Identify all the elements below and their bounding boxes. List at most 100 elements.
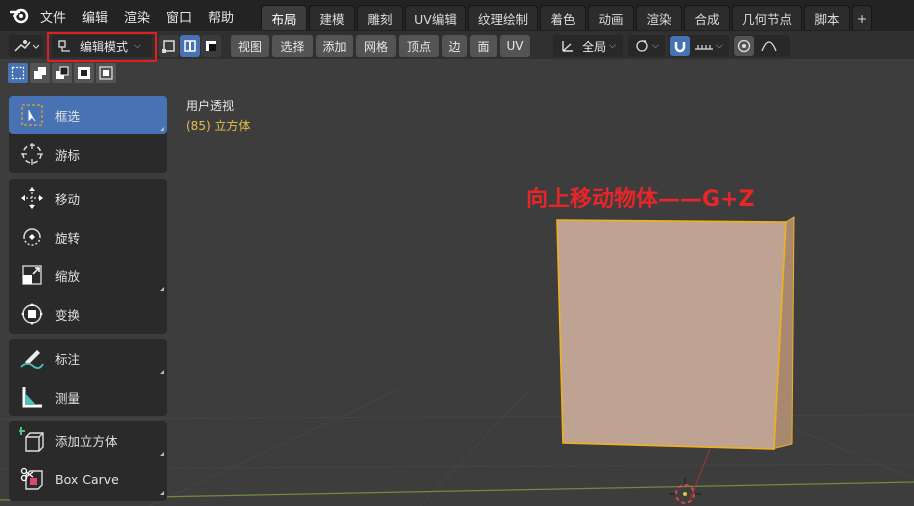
orientation-icon	[562, 41, 574, 52]
select-new-button[interactable]	[8, 63, 28, 83]
proportional-edit-group	[733, 35, 790, 57]
tab-texture-paint[interactable]: 纹理绘制	[468, 5, 538, 30]
menu-view[interactable]: 视图	[231, 35, 269, 57]
edge-select-icon	[184, 40, 196, 52]
select-subtract-button[interactable]	[52, 63, 72, 83]
chevron-down-icon: ⌵	[134, 41, 141, 51]
tool-move[interactable]: 移动	[9, 179, 167, 217]
tool-label: 添加立方体	[55, 433, 118, 449]
menu-edge[interactable]: 边	[442, 35, 467, 57]
tab-layout[interactable]: 布局	[261, 5, 307, 30]
tool-rotate[interactable]: 旋转	[9, 218, 167, 256]
edit-mode-icon	[58, 40, 70, 52]
tool-label: 变换	[55, 307, 81, 323]
select-intersect-button[interactable]	[96, 63, 116, 83]
tool-more-indicator	[160, 287, 164, 291]
snap-increment-icon[interactable]	[694, 40, 714, 52]
tool-label: 移动	[55, 191, 81, 207]
editor-type-icon	[14, 40, 39, 52]
pivot-icon	[636, 40, 648, 52]
3d-cursor	[669, 478, 701, 504]
magnet-icon	[674, 42, 686, 53]
move-icon	[21, 187, 43, 209]
vertex-select-button[interactable]	[159, 35, 179, 57]
top-bar: 文件 编辑 渲染 窗口 帮助 布局 建模 雕刻 UV编辑 纹理绘制 着色 动画 …	[0, 0, 914, 31]
box-select-icon	[21, 104, 43, 126]
tool-label: 测量	[55, 390, 81, 406]
tool-label: 旋转	[55, 230, 81, 246]
tab-geometry-nodes[interactable]: 几何节点	[732, 5, 802, 30]
annotation-text: 向上移动物体——G+Z	[526, 187, 755, 212]
select-invert-icon	[78, 67, 90, 79]
menu-help[interactable]: 帮助	[208, 7, 234, 26]
tool-measure[interactable]: 测量	[9, 378, 167, 416]
pivot-point-dropdown[interactable]: ⌵	[628, 35, 665, 57]
menu-vertex[interactable]: 顶点	[399, 35, 439, 57]
snap-toggle-button[interactable]	[670, 36, 690, 56]
tab-uv-editing[interactable]: UV编辑	[405, 5, 466, 30]
tool-box-select[interactable]: 框选	[9, 96, 167, 134]
mode-dropdown[interactable]: 编辑模式 ⌵	[52, 35, 152, 57]
tab-modeling[interactable]: 建模	[309, 5, 355, 30]
cube-front-face	[556, 219, 787, 450]
object-info-label: (85) 立方体	[186, 119, 251, 133]
mode-label: 编辑模式	[80, 39, 129, 54]
tool-more-indicator	[160, 127, 164, 131]
chevron-down-icon: ⌵	[652, 41, 659, 51]
rotate-icon	[23, 228, 41, 246]
falloff-curve-icon[interactable]	[760, 39, 778, 53]
blender-logo-icon[interactable]	[10, 6, 30, 24]
select-subtract-icon	[56, 66, 69, 79]
toolbar-group-annotate: 标注 测量	[9, 339, 167, 416]
tab-rendering[interactable]: 渲染	[636, 5, 682, 30]
annotate-icon	[20, 350, 44, 369]
tool-add-cube[interactable]: 添加立方体	[9, 421, 167, 459]
tool-scale[interactable]: 缩放	[9, 256, 167, 294]
view-name-label: 用户透视	[186, 99, 235, 113]
menu-file[interactable]: 文件	[40, 7, 66, 26]
tool-transform[interactable]: 变换	[9, 295, 167, 333]
tool-label: Box Carve	[55, 471, 119, 487]
orientation-label: 全局	[582, 39, 607, 54]
select-extend-icon	[34, 67, 46, 79]
face-select-icon	[206, 41, 216, 51]
menu-face[interactable]: 面	[470, 35, 497, 57]
menu-render[interactable]: 渲染	[124, 7, 150, 26]
chevron-down-icon: ⌵	[716, 41, 723, 51]
measure-icon	[22, 387, 42, 408]
menu-mesh[interactable]: 网格	[356, 35, 396, 57]
tool-box-carve[interactable]: Box Carve	[9, 460, 167, 498]
select-intersect-icon	[99, 66, 113, 80]
proportional-edit-icon	[737, 39, 751, 53]
select-extend-button[interactable]	[30, 63, 50, 83]
tab-scripting[interactable]: 脚本	[804, 5, 850, 30]
snap-group: ⌵	[669, 35, 729, 57]
tool-label: 标注	[55, 351, 81, 367]
tab-sculpting[interactable]: 雕刻	[357, 5, 403, 30]
proportional-edit-toggle[interactable]	[734, 36, 754, 56]
menu-uv[interactable]: UV	[500, 35, 530, 57]
add-workspace-button[interactable]: +	[852, 5, 872, 30]
tool-more-indicator	[160, 452, 164, 456]
menu-edit[interactable]: 编辑	[82, 7, 108, 26]
box-carve-icon	[20, 467, 43, 490]
tab-shading[interactable]: 着色	[540, 5, 586, 30]
tool-cursor[interactable]: 游标	[9, 135, 167, 173]
menu-window[interactable]: 窗口	[166, 7, 192, 26]
tab-compositing[interactable]: 合成	[684, 5, 730, 30]
vertex-select-icon	[162, 40, 175, 53]
select-new-icon	[11, 66, 25, 80]
face-select-button[interactable]	[201, 35, 221, 57]
tab-animation[interactable]: 动画	[588, 5, 634, 30]
menu-add[interactable]: 添加	[316, 35, 353, 57]
tool-more-indicator	[160, 370, 164, 374]
menu-select[interactable]: 选择	[272, 35, 313, 57]
tool-annotate[interactable]: 标注	[9, 339, 167, 377]
tool-label: 框选	[55, 108, 81, 124]
edge-select-button[interactable]	[180, 35, 200, 57]
transform-icon	[21, 303, 43, 325]
editor-type-button[interactable]	[9, 35, 43, 57]
transform-orientation-dropdown[interactable]: 全局 ⌵	[553, 35, 623, 57]
select-invert-button[interactable]	[74, 63, 94, 83]
tool-label: 缩放	[55, 268, 81, 284]
